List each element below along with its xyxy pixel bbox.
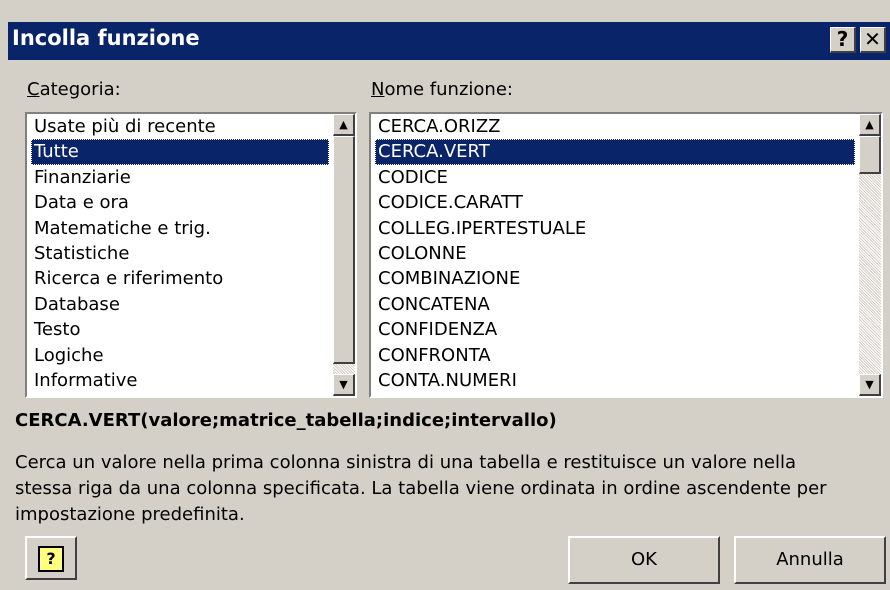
list-item[interactable]: COLONNE xyxy=(375,241,855,266)
list-item[interactable]: Logiche xyxy=(31,343,329,368)
up-arrow-icon: ▲ xyxy=(865,118,874,131)
dialog-title: Incolla funzione xyxy=(12,26,200,50)
scroll-up-button[interactable]: ▲ xyxy=(859,114,881,136)
close-icon: ✕ xyxy=(864,27,881,51)
function-scrollbar[interactable]: ▲ ▼ xyxy=(859,114,881,396)
function-description: Cerca un valore nella prima colonna sini… xyxy=(15,452,827,525)
list-item[interactable]: Statistiche xyxy=(31,241,329,266)
help-title-button[interactable]: ? xyxy=(830,27,856,53)
function-name-label: Nome funzione: xyxy=(371,79,513,100)
category-label-accel: C xyxy=(27,79,40,100)
function-label-text: ome funzione: xyxy=(384,79,513,100)
list-item[interactable]: CONFRONTA xyxy=(375,343,855,368)
help-button[interactable]: ? xyxy=(25,536,77,580)
list-item[interactable]: Ricerca e riferimento xyxy=(31,266,329,291)
list-item[interactable]: CODICE.CARATT xyxy=(375,190,855,215)
list-item[interactable]: CONTA.NUMERI xyxy=(375,368,855,393)
close-button[interactable]: ✕ xyxy=(860,27,886,53)
down-arrow-icon: ▼ xyxy=(865,378,874,391)
list-item[interactable]: Finanziarie xyxy=(31,165,329,190)
category-label-text: ategoria: xyxy=(39,79,121,100)
list-item[interactable]: COMBINAZIONE xyxy=(375,266,855,291)
list-item[interactable]: Testo xyxy=(31,317,329,342)
insert-function-dialog: Incolla funzione ? ✕ Categoria: Nome fun… xyxy=(0,0,890,590)
function-syntax: CERCA.VERT(valore;matrice_tabella;indice… xyxy=(15,410,557,431)
function-listbox[interactable]: CERCA.ORIZZ CERCA.VERT CODICE CODICE.CARATT… xyxy=(369,112,883,398)
list-item[interactable]: COLLEG.IPERTESTUALE xyxy=(375,216,855,241)
scroll-up-button[interactable]: ▲ xyxy=(333,114,355,136)
down-arrow-icon: ▼ xyxy=(339,378,348,391)
category-label: Categoria: xyxy=(27,79,121,100)
question-icon: ? xyxy=(836,27,849,51)
function-items: CERCA.ORIZZ CERCA.VERT CODICE CODICE.CARATT… xyxy=(375,114,855,393)
scroll-down-button[interactable]: ▼ xyxy=(333,374,355,396)
category-items: Usate più di recente Tutte Finanziarie Data… xyxy=(31,114,329,393)
list-item[interactable]: CONCATENA xyxy=(375,292,855,317)
category-scroll-thumb[interactable] xyxy=(333,136,355,364)
list-item[interactable]: CERCA.VERT xyxy=(375,139,855,165)
function-label-accel: N xyxy=(371,79,385,100)
help-icon: ? xyxy=(38,546,64,572)
list-item[interactable]: CERCA.ORIZZ xyxy=(375,114,855,139)
category-listbox[interactable]: Usate più di recente Tutte Finanziarie Data… xyxy=(25,112,357,398)
category-scrollbar[interactable]: ▲ ▼ xyxy=(333,114,355,396)
list-item[interactable]: Informative xyxy=(31,368,329,393)
list-item[interactable]: Matematiche e trig. xyxy=(31,216,329,241)
up-arrow-icon: ▲ xyxy=(339,118,348,131)
list-item[interactable]: CONFIDENZA xyxy=(375,317,855,342)
function-scroll-thumb[interactable] xyxy=(859,136,881,174)
list-item[interactable]: Tutte xyxy=(31,139,329,165)
list-item[interactable]: Data e ora xyxy=(31,190,329,215)
ok-button[interactable]: OK xyxy=(568,536,720,584)
cancel-button[interactable]: Annulla xyxy=(734,536,886,584)
title-bar: Incolla funzione ? ✕ xyxy=(8,22,890,60)
list-item[interactable]: Database xyxy=(31,292,329,317)
list-item[interactable]: CODICE xyxy=(375,165,855,190)
list-item[interactable]: Usate più di recente xyxy=(31,114,329,139)
scroll-down-button[interactable]: ▼ xyxy=(859,374,881,396)
